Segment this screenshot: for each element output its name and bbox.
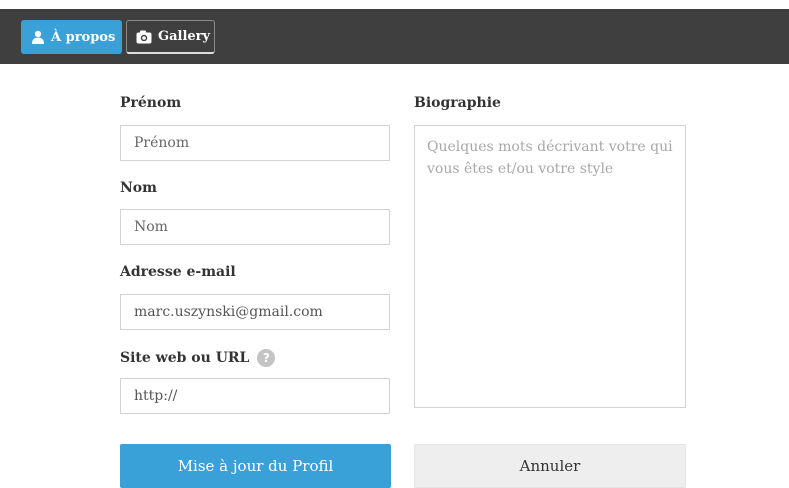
cancel-button[interactable]: Annuler (414, 444, 686, 488)
last-name-label: Nom (120, 180, 157, 196)
update-profile-button[interactable]: Mise à jour du Profil (120, 444, 391, 488)
tab-about[interactable]: À propos (21, 20, 122, 54)
last-name-input[interactable] (120, 209, 390, 245)
email-input[interactable] (120, 294, 390, 330)
help-icon[interactable]: ? (257, 349, 276, 367)
first-name-input[interactable] (120, 125, 390, 161)
bio-textarea[interactable] (414, 125, 686, 408)
email-label: Adresse e-mail (120, 264, 236, 280)
website-label-row: Site web ou URL ? (120, 349, 276, 367)
user-icon (31, 30, 45, 44)
website-input[interactable] (120, 378, 390, 414)
tab-about-label: À propos (51, 29, 116, 45)
top-navigation-bar: À propos Gallery (0, 9, 789, 64)
first-name-label: Prénom (120, 95, 182, 111)
camera-icon (136, 30, 152, 44)
tab-gallery-label: Gallery (158, 29, 211, 44)
tab-gallery[interactable]: Gallery (126, 20, 215, 54)
bio-label: Biographie (414, 95, 501, 111)
website-label: Site web ou URL (120, 350, 250, 366)
